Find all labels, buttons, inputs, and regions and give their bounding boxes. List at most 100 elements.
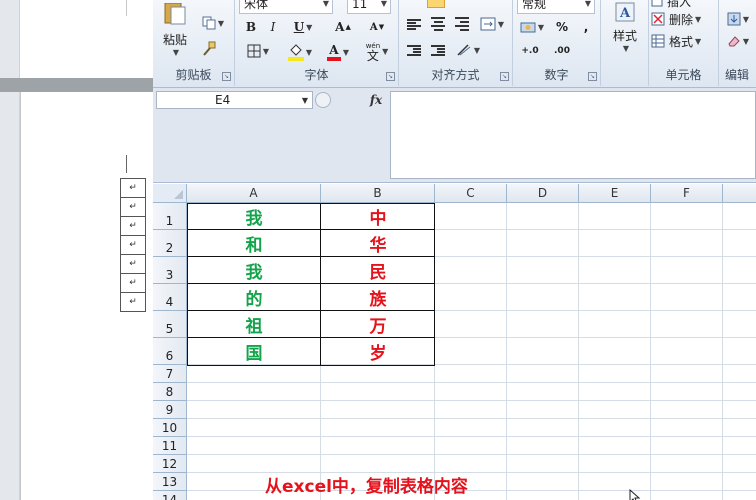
grow-font-button[interactable]: A ▲ — [329, 18, 357, 36]
align-right-button[interactable] — [453, 16, 471, 32]
clear-button[interactable]: ▼ — [723, 32, 753, 50]
number-format-select[interactable]: 常规 ▼ — [517, 0, 595, 14]
insert-button[interactable]: 插入 — [651, 0, 717, 9]
column-header[interactable]: B — [321, 184, 435, 203]
column-header[interactable]: F — [651, 184, 723, 203]
format-painter-button[interactable] — [199, 40, 219, 58]
select-all-button[interactable] — [153, 184, 187, 203]
styles-icon: A — [615, 2, 635, 22]
row-header[interactable]: 4 — [153, 284, 187, 311]
dialog-launcher-icon[interactable]: ↘ — [222, 72, 231, 81]
underline-button[interactable]: U ▼ — [289, 18, 317, 36]
grow-font-glyph: A — [335, 20, 345, 34]
word-table-cell[interactable]: ↵ — [120, 178, 146, 198]
bold-button[interactable]: B — [243, 18, 259, 36]
cell-b4[interactable]: 族 — [321, 284, 435, 311]
cell-a2[interactable]: 和 — [187, 230, 321, 257]
cell-b5[interactable]: 万 — [321, 311, 435, 338]
row-header[interactable]: 10 — [153, 419, 187, 437]
insert-cells-icon — [651, 0, 663, 7]
formula-input[interactable] — [390, 91, 756, 179]
font-color-button[interactable]: A ▼ — [321, 42, 355, 62]
word-table-cell[interactable]: ↵ — [120, 235, 146, 255]
column-header[interactable] — [723, 184, 756, 203]
styles-button[interactable]: A 样式 ▼ — [605, 0, 645, 56]
cell-a5[interactable]: 祖 — [187, 311, 321, 338]
mouse-pointer-icon — [629, 489, 641, 500]
formula-bar-collapse-icon[interactable] — [315, 92, 331, 108]
format-cells-icon — [651, 34, 665, 48]
cell-a6[interactable]: 国 — [187, 338, 321, 365]
cell-b2[interactable]: 华 — [321, 230, 435, 257]
worksheet-grid[interactable]: A B C D E F 1 2 3 4 5 6 7 8 9 10 11 12 1… — [153, 184, 756, 500]
cell-b6[interactable]: 岁 — [321, 338, 435, 365]
word-table-cell[interactable]: ↵ — [120, 254, 146, 274]
decrease-decimal-button[interactable]: .00 — [549, 42, 575, 60]
fill-button[interactable]: ▼ — [723, 10, 753, 28]
row-header[interactable]: 11 — [153, 437, 187, 455]
percent-button[interactable]: % — [553, 18, 571, 36]
row-header[interactable]: 7 — [153, 365, 187, 383]
delete-button[interactable]: 删除 ▼ — [651, 10, 717, 28]
row-header[interactable]: 9 — [153, 401, 187, 419]
dialog-launcher-icon[interactable]: ↘ — [588, 72, 597, 81]
row-header[interactable]: 1 — [153, 203, 187, 230]
borders-button[interactable]: ▼ — [241, 42, 275, 60]
font-size-select[interactable]: 11 ▼ — [347, 0, 391, 14]
decrease-indent-button[interactable] — [405, 42, 423, 58]
phonetic-button[interactable]: wén 文 ▼ — [361, 40, 393, 62]
italic-button[interactable]: I — [265, 18, 281, 36]
comma-style-button[interactable]: , — [577, 18, 595, 36]
row-header[interactable]: 2 — [153, 230, 187, 257]
word-table-cell[interactable]: ↵ — [120, 273, 146, 293]
orientation-button[interactable]: ▼ — [453, 42, 483, 58]
word-empty-table[interactable]: ↵ ↵ ↵ ↵ ↵ ↵ ↵ — [120, 178, 146, 312]
word-table-cell[interactable]: ↵ — [120, 292, 146, 312]
word-table-row: ↵ — [120, 273, 146, 293]
paste-button[interactable]: 粘贴 ▼ — [157, 0, 193, 60]
word-table-cell[interactable]: ↵ — [120, 216, 146, 236]
dialog-launcher-icon[interactable]: ↘ — [386, 72, 395, 81]
column-header[interactable]: D — [507, 184, 579, 203]
align-center-button[interactable] — [429, 16, 447, 32]
middle-align-button[interactable] — [427, 0, 445, 8]
row-header[interactable]: 14 — [153, 491, 187, 500]
increase-indent-button[interactable] — [429, 42, 447, 58]
column-header[interactable]: C — [435, 184, 507, 203]
word-table-cell[interactable]: ↵ — [120, 197, 146, 217]
dialog-launcher-icon[interactable]: ↘ — [500, 72, 509, 81]
cell-b3[interactable]: 民 — [321, 257, 435, 284]
row-header[interactable]: 12 — [153, 455, 187, 473]
row-header[interactable]: 8 — [153, 383, 187, 401]
row-header[interactable]: 3 — [153, 257, 187, 284]
merge-center-button[interactable]: ▼ — [477, 16, 507, 32]
increase-decimal-button[interactable]: +.0 — [517, 42, 543, 60]
cell-a1[interactable]: 我 — [187, 203, 321, 230]
chevron-down-icon: ▼ — [473, 45, 481, 55]
font-name-select[interactable]: 宋体 ▼ — [239, 0, 333, 14]
styles-label: 样式 — [612, 29, 637, 43]
shrink-font-button[interactable]: A ▼ — [363, 18, 391, 36]
column-header[interactable]: E — [579, 184, 651, 203]
word-table-row: ↵ — [120, 197, 146, 217]
cell-a4[interactable]: 的 — [187, 284, 321, 311]
increase-indent-icon — [431, 44, 445, 57]
row-header[interactable]: 6 — [153, 338, 187, 365]
column-header[interactable]: A — [187, 184, 321, 203]
fill-color-button[interactable]: ▼ — [283, 42, 317, 62]
cell-a3[interactable]: 我 — [187, 257, 321, 284]
name-box[interactable]: E4 ▼ — [156, 91, 313, 109]
insert-function-button[interactable]: fx — [363, 91, 389, 109]
align-center-icon — [431, 16, 445, 32]
paste-icon — [164, 3, 186, 25]
clipboard-group: 粘贴 ▼ ▼ 剪贴板 ↘ — [153, 0, 235, 86]
row-header[interactable]: 5 — [153, 311, 187, 338]
accounting-format-button[interactable]: ▼ — [517, 18, 547, 36]
copy-button[interactable]: ▼ — [199, 14, 227, 32]
row-header[interactable]: 13 — [153, 473, 187, 491]
format-button[interactable]: 格式 ▼ — [651, 32, 717, 50]
align-left-icon — [407, 18, 421, 31]
number-group-label: 数字 — [544, 68, 569, 82]
align-left-button[interactable] — [405, 16, 423, 32]
cell-b1[interactable]: 中 — [321, 203, 435, 230]
